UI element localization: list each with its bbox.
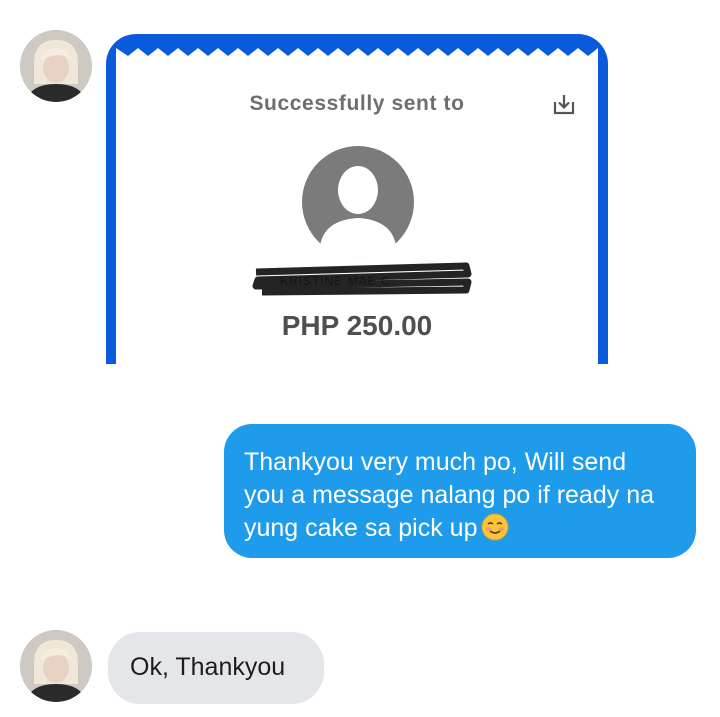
payment-amount: PHP 250.00 (281, 310, 433, 341)
payment-receipt[interactable]: Successfully sent to KRISTINE MAE C. PHP… (106, 34, 608, 364)
avatar-photo (20, 630, 92, 702)
avatar-photo (20, 30, 92, 102)
message-text: Ok, Thankyou (130, 653, 286, 681)
recipient-name-redacted: KRISTINE MAE C. (252, 256, 472, 296)
receipt-heading: Successfully sent to (249, 92, 465, 115)
contact-avatar[interactable] (20, 630, 92, 702)
redaction-scribble (252, 262, 472, 296)
recipient-profile-icon (302, 146, 414, 258)
receipt-body: Successfully sent to KRISTINE MAE C. PHP… (116, 46, 598, 364)
contact-avatar[interactable] (20, 30, 92, 102)
message-text: Thankyou very much po, Will send you a m… (244, 448, 654, 542)
incoming-message[interactable]: Ok, Thankyou (108, 632, 324, 704)
outgoing-message[interactable]: Thankyou very much po, Will send you a m… (224, 424, 696, 558)
receipt-zigzag-edge (116, 44, 598, 56)
smiling-face-emoji-icon (481, 513, 509, 541)
